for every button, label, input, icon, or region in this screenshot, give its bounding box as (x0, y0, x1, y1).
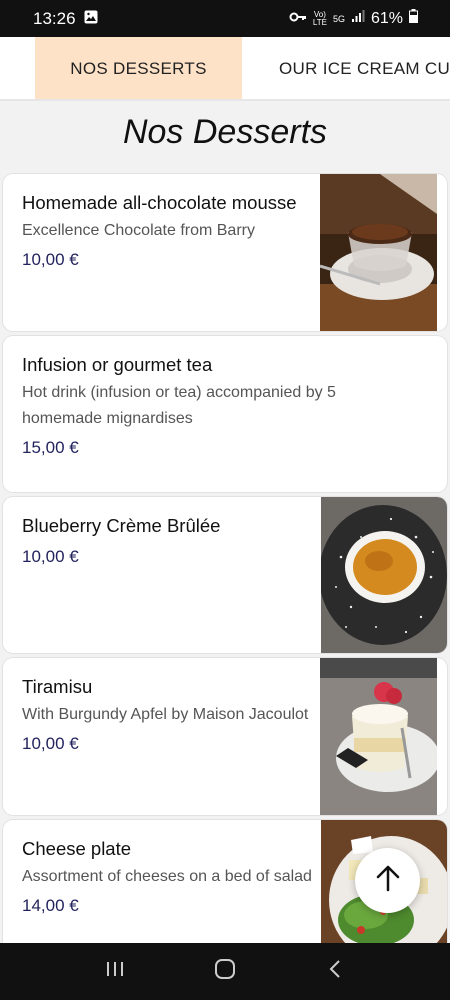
arrow-up-icon (375, 864, 401, 897)
menu-item-card[interactable]: Homemade all-chocolate mousse Excellence… (3, 174, 447, 331)
recent-apps-button[interactable] (95, 952, 135, 992)
menu-item-card[interactable]: Tiramisu With Burgundy Apfel by Maison J… (3, 658, 447, 815)
battery-icon (409, 9, 418, 28)
chocolate-mousse-image (320, 174, 437, 331)
system-navigation-bar (0, 943, 450, 1000)
item-title: Infusion or gourmet tea (22, 354, 213, 375)
tab-nos-desserts[interactable]: NOS DESSERTS (35, 37, 242, 99)
item-price: 10,00 € (22, 734, 79, 753)
battery-percent: 61% (370, 9, 403, 27)
back-icon (328, 959, 342, 984)
item-price: 10,00 € (22, 547, 79, 566)
item-price: 15,00 € (22, 438, 79, 457)
item-title: Tiramisu (22, 676, 93, 697)
menu-item-card[interactable]: Blueberry Crème Brûlée 10,00 € (3, 497, 447, 653)
item-price: 10,00 € (22, 250, 79, 269)
status-bar: 13:26 Vo) LTE 5G 61% (0, 0, 450, 37)
network-type: 5G (332, 13, 345, 24)
item-description: Excellence Chocolate from Barry (22, 222, 255, 239)
page-title: Nos Desserts (122, 113, 328, 151)
tiramisu-image (320, 658, 437, 815)
item-title: Cheese plate (22, 838, 132, 859)
creme-brulee-image (321, 497, 447, 653)
home-button[interactable] (205, 952, 245, 992)
volte-icon: Vo) LTE (312, 9, 327, 27)
item-title: Homemade all-chocolate mousse (22, 192, 297, 213)
item-description: Assortment of cheeses on a bed of salad (22, 868, 312, 885)
item-title: Blueberry Crème Brûlée (22, 515, 221, 536)
item-description: Hot drink (infusion or tea) accompanied … (22, 384, 336, 427)
recent-apps-icon (105, 960, 125, 983)
back-button[interactable] (315, 952, 355, 992)
scroll-to-top-button[interactable] (355, 848, 420, 913)
menu-item-card[interactable]: Infusion or gourmet tea Hot drink (infus… (3, 336, 447, 492)
gallery-icon (84, 9, 98, 29)
status-time: 13:26 (33, 8, 76, 28)
home-icon (214, 958, 236, 985)
vpn-key-icon (289, 10, 307, 28)
category-tabs: NOS DESSERTS OUR ICE CREAM CU (0, 37, 450, 101)
item-price: 14,00 € (22, 896, 79, 915)
item-description: With Burgundy Apfel by Maison Jacoulot (22, 706, 309, 723)
signal-icon (351, 9, 365, 28)
tab-ice-cream[interactable]: OUR ICE CREAM CU (279, 37, 450, 99)
